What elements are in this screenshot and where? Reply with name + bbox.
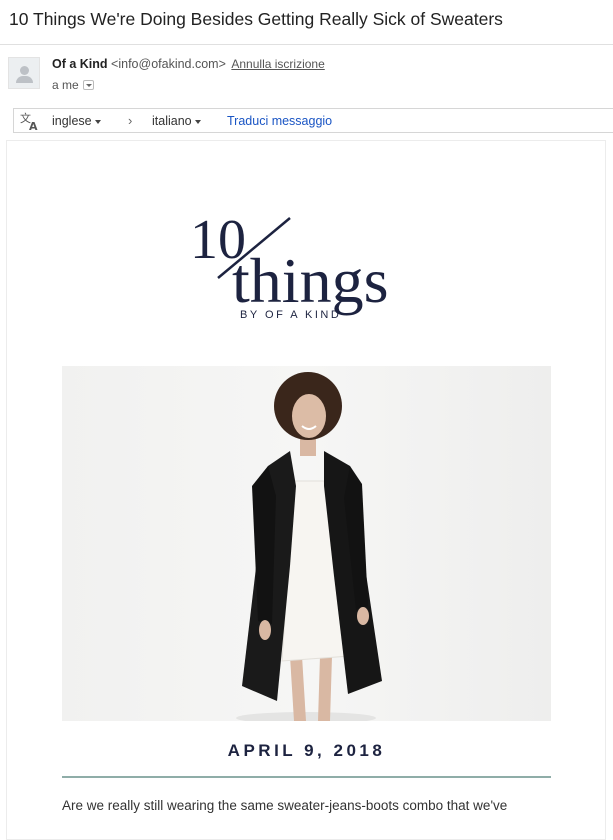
translate-icon: 文 A [20,111,40,133]
source-language-label: inglese [52,114,92,128]
target-language-label: italiano [152,114,192,128]
hero-image[interactable] [62,366,551,721]
recipient-details-dropdown-icon[interactable] [82,80,94,90]
target-language-select[interactable]: italiano [152,114,201,128]
avatar-head-shape [20,66,29,75]
translate-message-link[interactable]: Traduci messaggio [227,114,332,128]
sender-name[interactable]: Of a Kind [52,57,108,71]
translate-icon-glyph: 文 A [20,111,38,133]
chevron-down-icon [194,119,201,124]
chevron-down-icon [94,119,101,124]
newsletter-intro-text: Are we really still wearing the same swe… [62,798,508,813]
logo-word: things [232,245,388,316]
unsubscribe-link[interactable]: Annulla iscrizione [231,57,324,71]
translate-bar: 文 A inglese › italiano Traduci messaggio [13,108,613,133]
model-illustration [236,372,382,721]
sender-email: <info@ofakind.com> [111,57,226,71]
chevron-right-icon: › [128,113,133,128]
ten-things-logo: 10 things BY OF A KIND [190,209,388,321]
section-rule [62,776,551,778]
recipient-line: a me [52,78,94,92]
newsletter-date: APRIL 9, 2018 [227,741,386,760]
avatar-body-shape [16,76,33,83]
logo-tagline: BY OF A KIND [240,309,341,321]
email-subject: 10 Things We're Doing Besides Getting Re… [9,9,503,29]
header-divider [0,44,613,45]
recipient-label: a me [52,78,79,92]
sender-line: Of a Kind <info@ofakind.com> Annulla isc… [52,57,325,71]
source-language-select[interactable]: inglese [52,114,101,128]
sender-avatar[interactable] [8,57,40,89]
svg-text:A: A [29,120,38,131]
